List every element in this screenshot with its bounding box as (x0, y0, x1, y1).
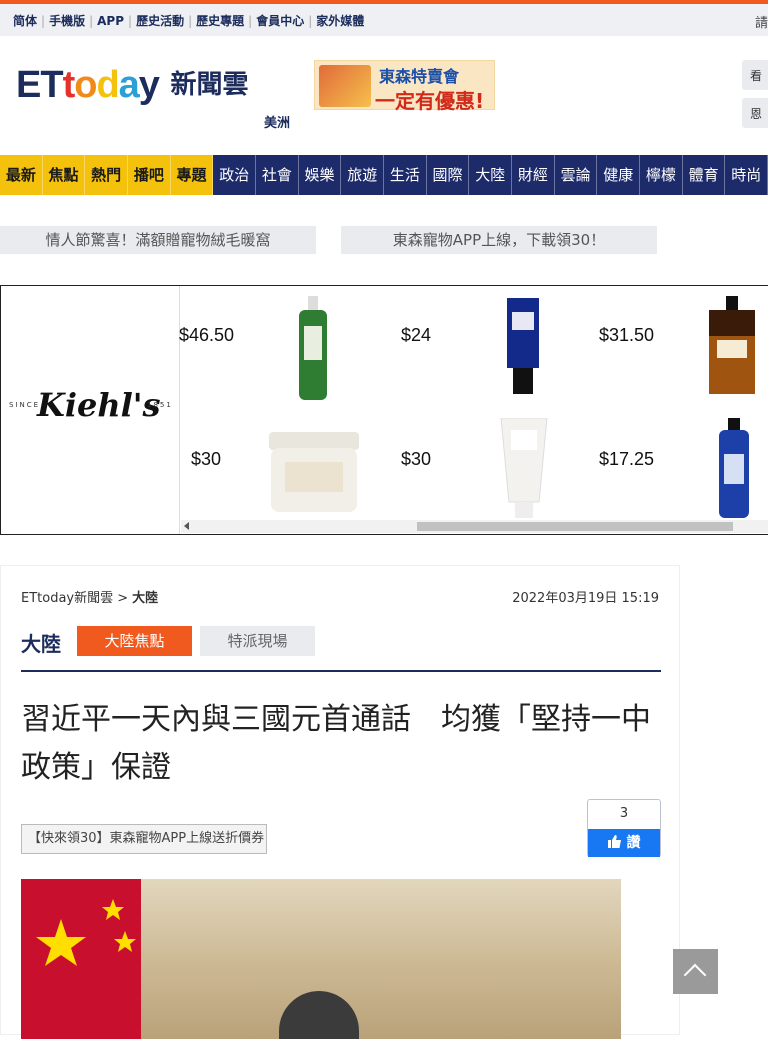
ad-line-1: 東森特賣會 (379, 67, 460, 86)
nav-item-sports[interactable]: 體育 (682, 155, 726, 195)
promo-strip-2[interactable]: 東森寵物APP上線，下載領30！ (341, 226, 657, 254)
nav-item-society[interactable]: 社會 (256, 155, 299, 195)
nav-item-finance[interactable]: 財經 (512, 155, 555, 195)
nav-item-china[interactable]: 大陸 (469, 155, 513, 195)
nav-item-health[interactable]: 健康 (597, 155, 641, 195)
like-label: 讚 (626, 835, 641, 851)
product-price[interactable]: $24 (401, 325, 431, 346)
article-photo (21, 879, 621, 1039)
thumbs-up-icon (607, 835, 621, 848)
separator: | (128, 14, 133, 28)
region-label[interactable]: 美洲 (264, 112, 290, 131)
ornate-wall (141, 879, 621, 1039)
blue-toner-bottle-icon[interactable] (717, 418, 751, 522)
fragrance-bottle-icon[interactable] (707, 296, 757, 396)
nav-item-topics[interactable]: 專題 (170, 155, 214, 195)
nav-item-lemon[interactable]: 檸檬 (640, 155, 683, 195)
tab-china-focus[interactable]: 大陸焦點 (77, 626, 192, 656)
promo-strip-1[interactable]: 情人節驚喜！滿額贈寵物絨毛暖窩 (0, 226, 316, 254)
cleanser-tube-icon[interactable] (499, 418, 549, 520)
tab-correspondent[interactable]: 特派現場 (200, 626, 315, 656)
kiehls-ad[interactable]: SINCE Kiehl's 1851 $46.50 $24 $31.50 $30… (0, 285, 768, 535)
top-right-link[interactable]: 請 (755, 12, 768, 31)
product-price[interactable]: $31.50 (599, 325, 654, 346)
top-link-mobile[interactable]: 手機版 (49, 14, 85, 28)
breadcrumb-current[interactable]: 大陸 (132, 591, 158, 606)
china-flag (21, 879, 141, 1039)
title-divider (21, 670, 661, 672)
clay-mask-jar-icon[interactable] (267, 428, 361, 518)
sale-ad-banner[interactable]: 東森特賣會 一定有優惠! (314, 60, 495, 113)
nav-item-politics[interactable]: 政治 (213, 155, 257, 195)
separator: | (41, 14, 46, 28)
top-link-app[interactable]: APP (97, 14, 124, 28)
top-link-simplified[interactable]: 简体 (13, 14, 37, 28)
nav-item-focus[interactable]: 焦點 (42, 155, 86, 195)
nav-item-life[interactable]: 生活 (384, 155, 427, 195)
breadcrumb-root[interactable]: ETtoday新聞雲 > (21, 591, 128, 606)
brand-since: SINCE (9, 401, 41, 409)
logo-et: ETtoday (16, 64, 160, 106)
star-icon (36, 899, 136, 966)
product-price[interactable]: $17.25 (599, 449, 654, 470)
scrollbar-thumb[interactable] (417, 522, 733, 531)
separator: | (89, 14, 94, 28)
article-panel: ETtoday新聞雲 > 大陸 2022年03月19日 15:19 大陸 大陸焦點… (0, 565, 680, 1039)
facebook-like-box[interactable]: 3 讚 (587, 799, 661, 857)
logo-cn: 新聞雲 (170, 70, 249, 100)
kiehls-brand-panel: SINCE Kiehl's 1851 (1, 286, 180, 534)
nav-item-podcast[interactable]: 播吧 (128, 155, 171, 195)
top-utility-bar: 简体 | 手機版 | APP | 歷史活動 | 歷史專題 | 會員中心 | 家外媒體 請 (0, 0, 768, 36)
top-links: 简体 | 手機版 | APP | 歷史活動 | 歷史專題 | 會員中心 | 家外媒體 (13, 12, 364, 29)
nav-item-entertainment[interactable]: 娛樂 (298, 155, 342, 195)
product-price[interactable]: $46.50 (179, 325, 234, 346)
nav-item-latest[interactable]: 最新 (0, 155, 43, 195)
nav-item-opinion[interactable]: 雲論 (554, 155, 598, 195)
shopping-bag-icon (319, 65, 371, 107)
separator: | (248, 14, 253, 28)
side-button-2[interactable]: 恩 (742, 98, 768, 128)
top-link-member[interactable]: 會員中心 (256, 14, 304, 28)
ad-line-2: 一定有優惠! (375, 89, 485, 113)
side-button-1[interactable]: 看 (742, 60, 768, 90)
nav-item-international[interactable]: 國際 (426, 155, 470, 195)
nav-item-fashion[interactable]: 時尚 (725, 155, 768, 195)
product-price[interactable]: $30 (191, 449, 221, 470)
article-date: 2022年03月19日 15:19 (512, 591, 659, 606)
green-toner-bottle-icon[interactable] (295, 296, 331, 404)
ad-horizontal-scrollbar[interactable] (181, 520, 768, 533)
separator: | (188, 14, 193, 28)
breadcrumb: ETtoday新聞雲 > 大陸 (21, 587, 158, 606)
main-nav: 最新 焦點 熱門 播吧 專題 政治 社會 娛樂 旅遊 生活 國際 大陸 財經 雲… (0, 155, 768, 195)
site-header: ETtoday 新聞雲 美洲 東森特賣會 一定有優惠! 看 恩 (0, 36, 768, 154)
top-link-history-topics[interactable]: 歷史專題 (196, 14, 244, 28)
like-button[interactable]: 讚 (588, 829, 660, 857)
article-title: 習近平一天內與三國元首通話 均獲「堅持一中政策」保證 (21, 702, 651, 785)
top-link-history-events[interactable]: 歷史活動 (136, 14, 184, 28)
separator: | (308, 14, 313, 28)
category-label[interactable]: 大陸 (21, 628, 61, 657)
like-count: 3 (619, 806, 629, 821)
top-link-outdoor-media[interactable]: 家外媒體 (316, 14, 364, 28)
nav-item-travel[interactable]: 旅遊 (341, 155, 385, 195)
brand-year: 1851 (147, 401, 173, 409)
app-promo-link[interactable]: 【快來領30】東森寵物APP上線送折價券 (21, 824, 267, 854)
back-to-top-button[interactable] (673, 949, 718, 994)
site-logo[interactable]: ETtoday 新聞雲 (16, 64, 249, 108)
scroll-left-arrow-icon[interactable] (184, 522, 189, 530)
product-price[interactable]: $30 (401, 449, 431, 470)
blue-cream-tube-icon[interactable] (503, 298, 543, 398)
kiehls-logo: Kiehl's (37, 386, 161, 424)
nav-item-hot[interactable]: 熱門 (85, 155, 129, 195)
